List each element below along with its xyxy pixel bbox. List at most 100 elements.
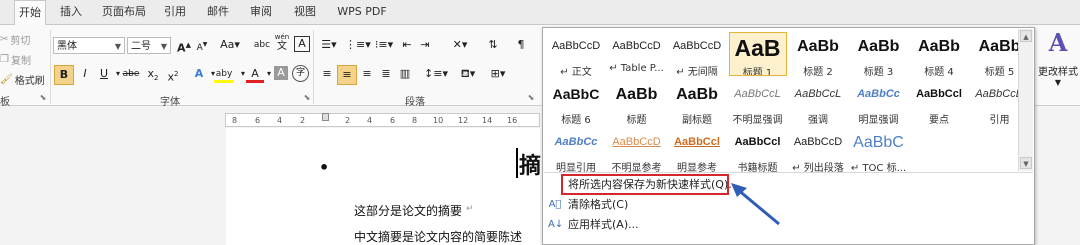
quick-style-tile[interactable]: AaBbC ↵ TOC 标... bbox=[850, 128, 908, 172]
shrink-font-button[interactable]: A▼ bbox=[193, 36, 211, 54]
italic-button[interactable]: I bbox=[76, 65, 94, 83]
cut-button[interactable]: ✂ 剪切 bbox=[0, 32, 30, 47]
multilevel-list-button[interactable]: ⁝≡▾ bbox=[373, 36, 395, 54]
style-label: 要点 bbox=[929, 115, 949, 124]
quick-style-tile[interactable]: AaBbCcD ↵ 正文 bbox=[547, 32, 605, 76]
increase-indent-button[interactable]: ⇥ bbox=[416, 36, 434, 54]
quick-style-tile[interactable]: AaBbC 标题 6 bbox=[547, 80, 605, 124]
tab-review[interactable]: 审阅 bbox=[246, 0, 276, 24]
superscript-button[interactable]: x2 bbox=[164, 65, 182, 84]
format-painter-button[interactable]: 🖌 格式刷 bbox=[0, 72, 45, 87]
strikethrough-button[interactable]: abe bbox=[120, 65, 142, 83]
bullets-button[interactable]: ☰▾ bbox=[318, 36, 340, 54]
tab-view[interactable]: 视图 bbox=[290, 0, 320, 24]
indent-marker[interactable] bbox=[322, 113, 329, 121]
group-divider bbox=[50, 30, 51, 104]
tab-page-layout[interactable]: 页面布局 bbox=[100, 0, 148, 24]
quick-style-tile[interactable]: AaBbCcl 要点 bbox=[910, 80, 968, 124]
tab-references[interactable]: 引用 bbox=[160, 0, 190, 24]
document-page[interactable]: • 摘 这部分是论文的摘要 ↵ 中文摘要是论文内容的简要陈述 bbox=[226, 128, 541, 245]
paragraph-group-label: 段落 bbox=[405, 97, 425, 108]
font-group-label: 字体 bbox=[160, 97, 180, 108]
clear-formatting-button[interactable]: abc bbox=[252, 36, 272, 54]
quick-style-tile[interactable]: AaBbCc 明显强调 bbox=[850, 80, 908, 124]
highlight-box bbox=[561, 174, 729, 195]
justify-button[interactable]: ≣ bbox=[377, 65, 395, 83]
scroll-up-icon[interactable]: ▲ bbox=[1020, 30, 1032, 42]
tab-wps-pdf[interactable]: WPS PDF bbox=[334, 0, 390, 24]
font-size-select[interactable]: 二号 ▼ bbox=[127, 37, 171, 54]
quick-style-tile[interactable]: AaBbCcD ↵ 列出段落 bbox=[789, 128, 847, 172]
numbering-button[interactable]: ⋮≡▾ bbox=[345, 36, 371, 54]
tab-home[interactable]: 开始 bbox=[14, 0, 46, 25]
copy-button[interactable]: ❐ 复制 bbox=[0, 52, 31, 67]
style-preview: AaBbCcl bbox=[734, 136, 781, 148]
horizontal-ruler[interactable]: 8 6 4 2 2 4 6 8 10 12 14 16 bbox=[225, 113, 540, 127]
change-styles-button[interactable]: A 更改样式 ▼ bbox=[1036, 28, 1080, 104]
quick-style-tile[interactable]: AaBbCcl 明显参考 bbox=[668, 128, 726, 172]
style-preview: AaBbCcD bbox=[793, 136, 843, 148]
bold-button[interactable]: B bbox=[54, 65, 74, 85]
quick-style-tile[interactable]: AaB 标题 1 bbox=[728, 32, 787, 76]
borders-button[interactable]: ⊞▾ bbox=[486, 65, 510, 83]
more-styles-icon[interactable]: ▼ bbox=[1020, 157, 1032, 169]
enclose-char-button[interactable]: 字 bbox=[292, 65, 309, 82]
align-left-icon: ≡ bbox=[322, 67, 332, 80]
sort-button[interactable]: ⇅ bbox=[484, 36, 502, 54]
quick-style-tile[interactable]: AaBbCcl 书籍标题 bbox=[729, 128, 787, 172]
subscript-button[interactable]: x2 bbox=[144, 65, 162, 83]
quick-style-tile[interactable]: AaBbCcD 不明显参考 bbox=[608, 128, 666, 172]
ruler-tick: 8 bbox=[412, 116, 418, 125]
show-marks-button[interactable]: ¶ bbox=[512, 36, 530, 54]
align-center-button[interactable]: ≡ bbox=[337, 65, 357, 85]
grow-font-button[interactable]: A▲ bbox=[175, 36, 193, 55]
quick-style-tile[interactable]: AaBb 副标题 bbox=[668, 80, 726, 124]
shading-button[interactable]: ⛾▾ bbox=[456, 65, 480, 83]
style-label: 明显引用 bbox=[556, 163, 596, 172]
style-preview: AaBbCcL bbox=[734, 88, 781, 100]
change-case-button[interactable]: Aa▾ bbox=[218, 36, 242, 54]
font-name-select[interactable]: 黑体 ▼ bbox=[53, 37, 125, 54]
pilcrow-icon: ¶ bbox=[517, 38, 525, 51]
decrease-indent-button[interactable]: ⇤ bbox=[398, 36, 416, 54]
bullet-list-icon: ☰ bbox=[321, 38, 332, 51]
change-styles-icon: A bbox=[1048, 28, 1068, 57]
style-label: 强调 bbox=[808, 115, 828, 124]
quick-style-tile[interactable]: AaBb 标题 bbox=[608, 80, 666, 124]
style-preview: AaBbC bbox=[853, 134, 904, 151]
apply-styles-item[interactable]: A↓ 应用样式(A)... bbox=[546, 215, 1032, 235]
style-label: 标题 1 bbox=[742, 68, 773, 76]
quick-style-tile[interactable]: AaBbCcL 不明显强调 bbox=[729, 80, 787, 124]
highlight-button[interactable]: aby bbox=[214, 65, 234, 83]
quick-style-tile[interactable]: AaBb 标题 2 bbox=[789, 32, 847, 76]
paint-bucket-icon: ⛾ bbox=[460, 67, 470, 80]
style-label: 不明显参考 bbox=[611, 163, 662, 172]
tab-mailings[interactable]: 邮件 bbox=[203, 0, 233, 24]
menu-divider bbox=[544, 172, 1033, 173]
quick-style-tile[interactable]: AaBbCcD ↵ Table P... bbox=[608, 32, 666, 76]
align-right-button[interactable]: ≡ bbox=[358, 65, 376, 83]
char-shading-button[interactable]: A bbox=[274, 66, 288, 80]
quick-style-tile[interactable]: AaBb 标题 4 bbox=[910, 32, 968, 76]
quick-style-tile[interactable]: AaBbCcL 强调 bbox=[789, 80, 847, 124]
style-label: 副标题 bbox=[682, 115, 712, 124]
quick-style-tile[interactable]: AaBb 标题 3 bbox=[850, 32, 908, 76]
asian-layout-button[interactable]: ✕▾ bbox=[448, 36, 472, 54]
phonetic-guide-button[interactable]: wén 文 bbox=[274, 33, 290, 52]
ruler-tick: 8 bbox=[232, 116, 238, 125]
paragraph-launcher-icon[interactable]: ⬊ bbox=[522, 89, 540, 107]
char-border-button[interactable]: A bbox=[294, 36, 310, 52]
align-left-button[interactable]: ≡ bbox=[318, 65, 336, 83]
line-spacing-button[interactable]: ↕≡▾ bbox=[424, 65, 448, 83]
gallery-scrollbar[interactable]: ▲ ▼ bbox=[1018, 29, 1033, 171]
multilevel-list-icon: ⁝≡ bbox=[374, 38, 388, 51]
quick-style-tile[interactable]: AaBbCcD ↵ 无间隔 bbox=[668, 32, 726, 76]
annotation-arrow bbox=[731, 183, 780, 226]
ruler-tick: 12 bbox=[458, 116, 469, 125]
style-label: 明显强调 bbox=[858, 115, 899, 124]
clear-formatting-item[interactable]: A⃥ 清除格式(C) bbox=[546, 195, 1032, 215]
distribute-button[interactable]: ▥ bbox=[396, 65, 414, 83]
quick-style-tile[interactable]: AaBbCc 明显引用 bbox=[547, 128, 605, 172]
align-center-icon: ≡ bbox=[342, 68, 352, 81]
tab-insert[interactable]: 插入 bbox=[56, 0, 86, 24]
